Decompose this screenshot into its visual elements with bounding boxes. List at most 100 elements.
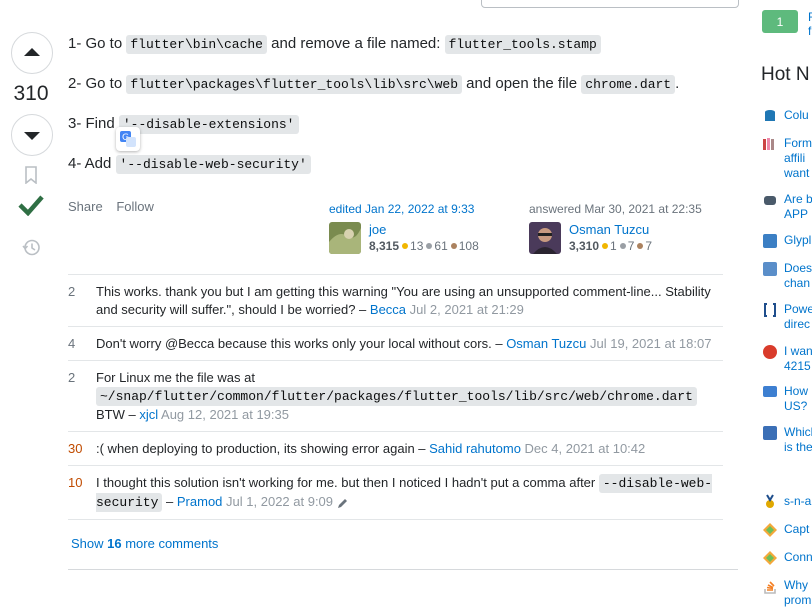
step-4: 4- Add '--disable-web-security': [68, 152, 728, 177]
edit-pencil-icon[interactable]: [337, 497, 349, 509]
comment-user[interactable]: Pramod: [177, 494, 223, 509]
comment-item: 30 :( when deploying to production, its …: [68, 432, 723, 466]
post-menu: Share Follow: [68, 199, 164, 214]
stackoverflow-site-icon: [764, 581, 776, 594]
show-more-comments-link[interactable]: Show 16 more comments: [71, 536, 218, 551]
comment-text-suffix: –: [162, 494, 177, 509]
timeline-button[interactable]: [22, 238, 41, 260]
comment-text-suffix: BTW –: [96, 407, 140, 422]
answer-count-badge[interactable]: 1: [762, 10, 798, 33]
comment-score: 10: [68, 475, 83, 490]
bronze-badge-icon: [450, 243, 457, 250]
comment-score: 30: [68, 441, 83, 456]
hot-item[interactable]: Glypl: [762, 233, 811, 249]
hot-item[interactable]: Does chan: [762, 261, 812, 291]
editor-reputation: 8,315 13 61 108: [369, 239, 479, 253]
answer-body: 1- Go to flutter\bin\cache and remove a …: [68, 32, 728, 177]
comment-date[interactable]: Dec 4, 2021 at 10:42: [525, 441, 646, 456]
checkmark-icon: [18, 195, 44, 217]
hot-item[interactable]: I wan 4215: [762, 344, 812, 374]
comment-date[interactable]: Jul 19, 2021 at 18:07: [590, 336, 711, 351]
share-link[interactable]: Share: [68, 199, 103, 214]
editor-name[interactable]: joe: [369, 222, 479, 237]
hot-item[interactable]: Which is the: [762, 425, 812, 455]
translate-icon: G: [120, 131, 136, 147]
code-cache-path: flutter\bin\cache: [126, 35, 267, 54]
comment-item: 4 Don't worry @Becca because this works …: [68, 327, 723, 361]
hot-item[interactable]: s-n-a: [762, 494, 811, 510]
comment-date[interactable]: Jul 2, 2021 at 21:29: [410, 302, 524, 317]
hot-item[interactable]: Are b APP: [762, 192, 812, 222]
comment-code: ~/snap/flutter/common/flutter/packages/f…: [96, 387, 697, 406]
gold-badge-icon: [602, 243, 609, 250]
hot-network-questions-title: Hot N: [761, 64, 810, 85]
comment-item: 2 This works. thank you but I am getting…: [68, 275, 723, 327]
code-web-path: flutter\packages\flutter_tools\lib\src\w…: [126, 75, 463, 94]
owner-signature: answered Mar 30, 2021 at 22:35 Osman Tuz…: [529, 202, 729, 254]
hot-item[interactable]: Capt: [762, 522, 809, 538]
hot-item-label: Capt: [784, 522, 810, 536]
hot-item[interactable]: Colu: [762, 108, 809, 124]
step-1: 1- Go to flutter\bin\cache and remove a …: [68, 32, 728, 57]
hot-item-label: Are b APP: [784, 192, 812, 221]
answered-date: answered Mar 30, 2021 at 22:35: [529, 202, 702, 216]
divider: [68, 569, 738, 570]
hot-item[interactable]: Powe direc: [762, 302, 812, 332]
hot-item-label: Powe direc: [784, 302, 812, 331]
comment-date[interactable]: Jul 1, 2022 at 9:09: [226, 494, 333, 509]
upvote-button[interactable]: [11, 32, 53, 74]
editor-signature: edited Jan 22, 2022 at 9:33 joe 8,315 13 6…: [329, 202, 519, 254]
edited-link[interactable]: edited Jan 22, 2022 at 9:33: [329, 202, 474, 216]
top-search-input-edge[interactable]: [481, 0, 739, 8]
glyph-site-icon: [763, 234, 777, 248]
downvote-button[interactable]: [11, 114, 53, 156]
editor-bronze: 108: [458, 239, 479, 253]
owner-avatar[interactable]: [529, 222, 561, 254]
more-comments-count: 16: [107, 536, 122, 551]
bookmark-button[interactable]: [23, 166, 39, 187]
owner-bronze: 7: [645, 239, 653, 253]
robot-site-icon: [764, 196, 776, 205]
code-stamp-file: flutter_tools.stamp: [444, 35, 601, 54]
politics-site-icon: [763, 386, 777, 397]
hot-item-label: I wan 4215: [784, 344, 812, 373]
hot-item-label: Does chan: [784, 261, 812, 290]
owner-name[interactable]: Osman Tuzcu: [569, 222, 652, 237]
comment-user[interactable]: Osman Tuzcu: [506, 336, 586, 351]
sidebar-link-cut[interactable]: Ff: [808, 10, 812, 38]
arrow-down-icon: [24, 132, 40, 140]
hot-item[interactable]: Why prom: [762, 578, 812, 608]
hot-item[interactable]: How US?: [762, 384, 812, 414]
bronze-badge-icon: [637, 243, 644, 250]
editor-avatar[interactable]: [329, 222, 361, 254]
hot-item[interactable]: Form affili want: [762, 136, 812, 181]
owner-rep-score: 3,310: [569, 239, 600, 253]
hot-item-label: Form affili want: [784, 136, 812, 180]
hot-item-label: Glypl: [784, 233, 812, 247]
owner-reputation: 3,310 1 7 7: [569, 239, 652, 253]
follow-link[interactable]: Follow: [116, 199, 154, 214]
comment-user[interactable]: xjcl: [139, 407, 158, 422]
step-2-suffix: .: [675, 75, 680, 92]
comment-user[interactable]: Becca: [370, 302, 406, 317]
comment-item: 2 For Linux me the file was at ~/snap/fl…: [68, 361, 723, 432]
hot-item-label: Why prom: [784, 578, 812, 607]
comment-user[interactable]: Sahid rahutomo: [429, 441, 521, 456]
comment-date[interactable]: Aug 12, 2021 at 19:35: [161, 407, 289, 422]
translate-button[interactable]: G: [116, 127, 140, 151]
step-3-text: 3- Find: [68, 115, 119, 132]
step-2-mid: and open the file: [462, 75, 582, 92]
silver-badge-icon: [619, 243, 626, 250]
step-1-mid: and remove a file named:: [266, 35, 445, 52]
tex-site-icon: [763, 262, 777, 276]
editor-rep-score: 8,315: [369, 239, 400, 253]
code-chrome-dart: chrome.dart: [581, 75, 676, 94]
step-2: 2- Go to flutter\packages\flutter_tools\…: [68, 72, 728, 97]
history-icon: [22, 239, 40, 256]
database-site-icon: [765, 110, 775, 121]
editor-silver: 61: [434, 239, 448, 253]
silver-badge-icon: [426, 243, 433, 250]
step-4-text: 4- Add: [68, 155, 116, 172]
more-comments-prefix: Show: [71, 536, 108, 551]
hot-item[interactable]: Conn: [762, 550, 812, 566]
